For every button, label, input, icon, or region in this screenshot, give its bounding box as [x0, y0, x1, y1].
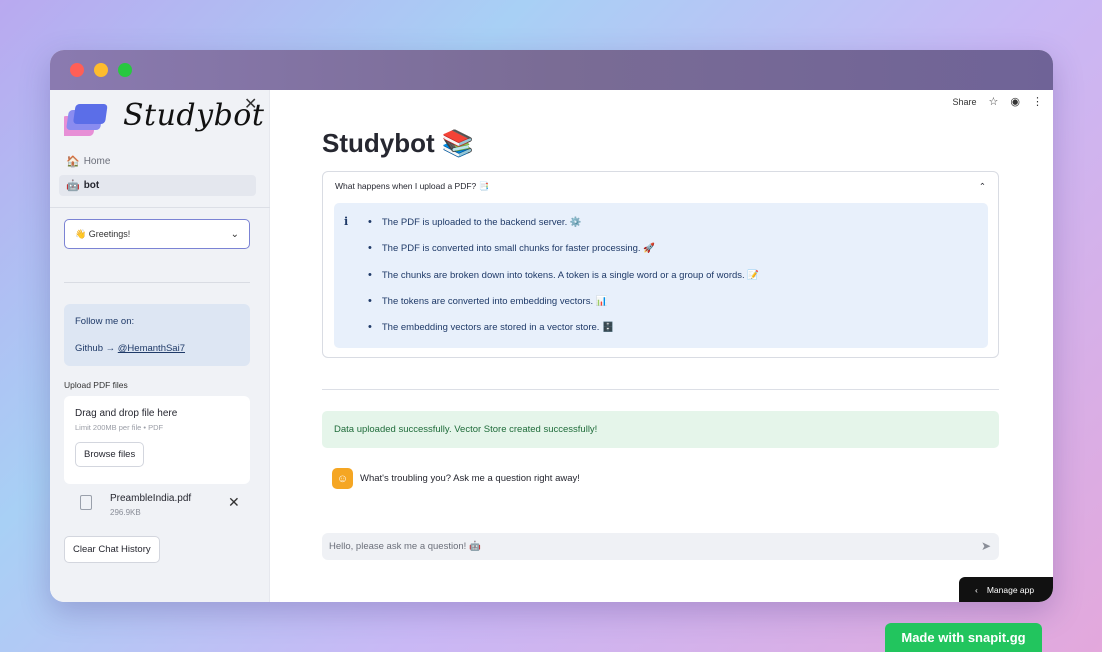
chat-input[interactable]: Hello, please ask me a question! 🤖 ➤	[322, 533, 999, 560]
list-item: The chunks are broken down into tokens. …	[368, 270, 759, 296]
dropzone-title: Drag and drop file here	[75, 408, 178, 419]
upload-label: Upload PDF files	[64, 380, 128, 390]
remove-file-icon[interactable]: ✕	[228, 494, 240, 511]
list-item: The tokens are converted into embedding …	[368, 296, 759, 322]
expander-label: What happens when I upload a PDF? 📑	[335, 180, 490, 191]
github-link[interactable]: @HemanthSai7	[118, 343, 185, 354]
chevron-up-icon: ⌃	[978, 180, 986, 191]
file-name: PreambleIndia.pdf	[110, 493, 192, 504]
app-body: Studybot ✕ 🏠 Home 🤖 bot 👋 Greetings! ⌄ F…	[50, 90, 1053, 602]
sidebar-divider	[64, 282, 250, 283]
sidebar-item-label: bot	[83, 180, 100, 191]
star-icon[interactable]: ☆	[989, 95, 999, 108]
success-alert: Data uploaded successfully. Vector Store…	[322, 411, 999, 448]
minimize-window-button[interactable]	[94, 63, 108, 77]
manage-app-label: Manage app	[986, 584, 1035, 595]
studybot-logo-icon	[64, 104, 108, 136]
page-title: Studybot 📚	[322, 128, 475, 158]
info-box: i The PDF is uploaded to the backend ser…	[334, 203, 988, 348]
github-line: Github → @HemanthSai7	[75, 343, 239, 354]
github-prefix: Github →	[75, 343, 118, 354]
select-value: 👋 Greetings!	[75, 228, 131, 239]
assistant-message: ☺ What's troubling you? Ask me a questio…	[332, 468, 580, 489]
info-list: The PDF is uploaded to the backend serve…	[368, 217, 759, 348]
app-window: Studybot ✕ 🏠 Home 🤖 bot 👋 Greetings! ⌄ F…	[50, 50, 1053, 602]
robot-icon: 🤖	[66, 180, 80, 192]
house-icon: 🏠	[66, 156, 80, 168]
dropzone-limit: Limit 200MB per file • PDF	[75, 423, 164, 432]
list-item: The PDF is converted into small chunks f…	[368, 243, 759, 269]
chevron-down-icon: ⌄	[230, 228, 239, 240]
main-content: Share ☆ ◉ ⋮ Studybot 📚 What happens when…	[270, 90, 1053, 602]
expander-header[interactable]: What happens when I upload a PDF? 📑 ⌃	[323, 172, 998, 200]
sidebar-item-home[interactable]: 🏠 Home	[59, 151, 256, 172]
top-toolbar: Share ☆ ◉ ⋮	[952, 95, 1043, 108]
sidebar-item-label: Home	[83, 156, 111, 167]
chat-input-placeholder: Hello, please ask me a question! 🤖	[329, 541, 481, 552]
clear-chat-history-button[interactable]: Clear Chat History	[64, 536, 160, 563]
title-bar	[50, 50, 1053, 90]
content-divider	[322, 389, 999, 390]
bot-avatar-icon: ☺	[332, 468, 353, 489]
sidebar-item-bot[interactable]: 🤖 bot	[59, 175, 256, 196]
github-icon[interactable]: ◉	[1010, 95, 1020, 108]
file-size: 296.9KB	[110, 508, 141, 517]
share-button[interactable]: Share	[952, 97, 976, 107]
list-item: The PDF is uploaded to the backend serve…	[368, 217, 759, 243]
chevron-left-icon: ‹	[975, 584, 978, 595]
send-icon[interactable]: ➤	[981, 539, 991, 553]
follow-title: Follow me on:	[75, 316, 135, 327]
sidebar-divider	[50, 207, 270, 208]
pdf-info-expander: What happens when I upload a PDF? 📑 ⌃ i …	[322, 171, 999, 358]
file-icon	[80, 495, 92, 510]
browse-files-button[interactable]: Browse files	[75, 442, 145, 467]
sidebar: Studybot ✕ 🏠 Home 🤖 bot 👋 Greetings! ⌄ F…	[50, 90, 270, 602]
assistant-message-text: What's troubling you? Ask me a question …	[360, 473, 580, 484]
greeting-select[interactable]: 👋 Greetings! ⌄	[64, 219, 250, 249]
maximize-window-button[interactable]	[118, 63, 132, 77]
follow-info-box: Follow me on: Github → @HemanthSai7	[64, 304, 250, 366]
more-menu-icon[interactable]: ⋮	[1032, 95, 1043, 108]
close-sidebar-icon[interactable]: ✕	[244, 94, 257, 114]
close-window-button[interactable]	[70, 63, 84, 77]
file-dropzone[interactable]: Drag and drop file here Limit 200MB per …	[64, 396, 250, 484]
uploaded-file: PreambleIndia.pdf 296.9KB ✕	[64, 490, 250, 520]
list-item: The embedding vectors are stored in a ve…	[368, 322, 759, 348]
made-with-badge[interactable]: Made with snapit.gg	[885, 623, 1042, 652]
manage-app-button[interactable]: ‹ Manage app	[959, 577, 1053, 602]
info-icon: i	[344, 215, 349, 228]
